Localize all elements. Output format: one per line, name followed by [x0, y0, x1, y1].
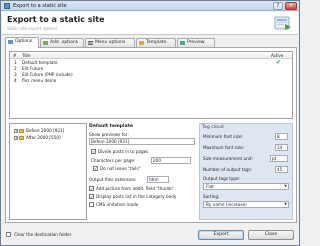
expand-icon[interactable]: +: [14, 136, 18, 140]
header-title: Export to a static site: [7, 15, 105, 24]
settings-title: Default template: [89, 124, 134, 129]
sorting-value: By name (increase): [206, 202, 247, 207]
display-posts-label: Display posts list in the category body: [96, 194, 177, 199]
output-ext-label: Output files extension:: [89, 177, 137, 182]
tab-label: Add. options: [50, 40, 79, 45]
add-options-icon: [43, 41, 48, 45]
options-panel: # Title Active 1 Default template ✔ 2 El…: [5, 47, 297, 223]
output-type-value: Flat: [206, 184, 214, 189]
output-type-select[interactable]: Flat ▼: [203, 183, 289, 190]
max-font-label: Maximum font size:: [203, 145, 245, 150]
template-list[interactable]: # Title Active 1 Default template ✔ 2 El…: [9, 51, 293, 119]
window-title: Export to a static site: [13, 3, 67, 9]
tab-label: Template: [146, 40, 167, 45]
divide-posts-checkbox[interactable]: ✓: [91, 149, 96, 154]
show-previews-label: Show previews for:: [89, 132, 129, 137]
close-button[interactable]: Close: [248, 230, 294, 240]
no-tails-checkbox[interactable]: ✓: [93, 166, 98, 171]
tab-label: Preview: [187, 40, 205, 45]
dialog-header: Export to a static site Static site expo…: [2, 12, 298, 35]
tag-cloud-group: Tag cloud Minimum font size: 8 Maximum f…: [199, 123, 293, 220]
no-tails-label: Do not leave "tails": [100, 166, 141, 171]
tab-strip: Options Add. options Menu options Templa…: [5, 37, 297, 48]
menu-options-icon: [88, 41, 93, 45]
close-window-button[interactable]: ✕: [285, 2, 297, 10]
clear-folder-label: Clear the destination folder: [14, 232, 72, 237]
size-unit-label: Size measurement unit:: [203, 156, 253, 161]
help-button[interactable]: ?: [273, 2, 283, 10]
list-header: # Title Active: [10, 52, 292, 59]
add-picture-label: Add picture from addit. field "thumb": [96, 186, 174, 191]
tree-item-label: Before 2000 [931]: [26, 128, 65, 133]
tree-item-label: After 2000 [550]: [26, 135, 61, 140]
tab-options[interactable]: Options: [5, 37, 39, 48]
chevron-down-icon: ▼: [284, 202, 287, 206]
column-active[interactable]: Active: [271, 52, 283, 59]
cms-imitation-label: CMS imitation mode: [96, 202, 139, 207]
column-number[interactable]: #: [13, 52, 16, 59]
title-bar[interactable]: Export to a static site ? ✕: [1, 1, 299, 11]
row-number: 4: [14, 78, 17, 83]
display-posts-checkbox[interactable]: ✓: [89, 194, 94, 199]
tab-label: Options: [15, 39, 33, 44]
app-icon: [4, 3, 10, 9]
tag-cloud-title: Tag cloud: [202, 125, 224, 130]
header-subtitle: Static site export options: [7, 26, 58, 31]
min-font-label: Minimum font size:: [203, 134, 243, 139]
num-tags-label: Number of output tags:: [203, 167, 253, 172]
divide-posts-label: Divide posts in to pages: [98, 149, 149, 154]
max-font-field[interactable]: 24: [275, 144, 288, 151]
num-tags-field[interactable]: 45: [275, 166, 288, 173]
tab-add-options[interactable]: Add. options: [40, 38, 84, 47]
tree-item[interactable]: + After 2000 [550]: [14, 135, 61, 141]
dialog-footer: Clear the destination folder Export Clos…: [2, 227, 298, 245]
options-icon: [8, 40, 13, 44]
tree-item[interactable]: + Before 2000 [931]: [14, 128, 64, 134]
folder-icon: [19, 136, 24, 140]
show-previews-field[interactable]: Before 2000 [931]: [89, 138, 195, 145]
tab-label: Menu options: [95, 40, 126, 45]
expand-icon[interactable]: +: [14, 129, 18, 133]
preview-icon: [180, 41, 185, 45]
tab-template[interactable]: Template: [136, 38, 176, 47]
export-logo-icon: [274, 16, 291, 30]
export-dialog: Export to a static site ? ✕ Export to a …: [0, 0, 300, 246]
sorting-label: Sorting:: [203, 194, 220, 199]
template-icon: [139, 41, 144, 45]
chars-per-page-label: Characters per page:: [91, 158, 136, 163]
list-item[interactable]: 4 flicr menu demo: [10, 78, 292, 84]
tab-menu-options[interactable]: Menu options: [85, 38, 135, 47]
chevron-down-icon: ▼: [284, 184, 287, 188]
category-tree[interactable]: + Before 2000 [931] + After 2000 [550]: [9, 123, 87, 220]
column-title[interactable]: Title: [22, 52, 31, 59]
chars-per-page-field[interactable]: 200: [151, 157, 191, 164]
output-ext-field[interactable]: html: [147, 176, 169, 183]
template-settings: Default template Show previews for: Befo…: [89, 123, 196, 220]
clear-folder-checkbox[interactable]: [6, 232, 11, 237]
output-type-label: Output tags type:: [203, 176, 241, 181]
row-title: flicr menu demo: [22, 78, 57, 83]
export-button[interactable]: Export: [198, 230, 244, 240]
cms-imitation-checkbox[interactable]: [89, 202, 94, 207]
sorting-select[interactable]: By name (increase) ▼: [203, 201, 289, 208]
size-unit-field[interactable]: pt: [270, 155, 288, 162]
add-picture-checkbox[interactable]: ✓: [89, 186, 94, 191]
tab-preview[interactable]: Preview: [177, 38, 215, 47]
min-font-field[interactable]: 8: [275, 133, 288, 140]
folder-icon: [19, 129, 24, 133]
